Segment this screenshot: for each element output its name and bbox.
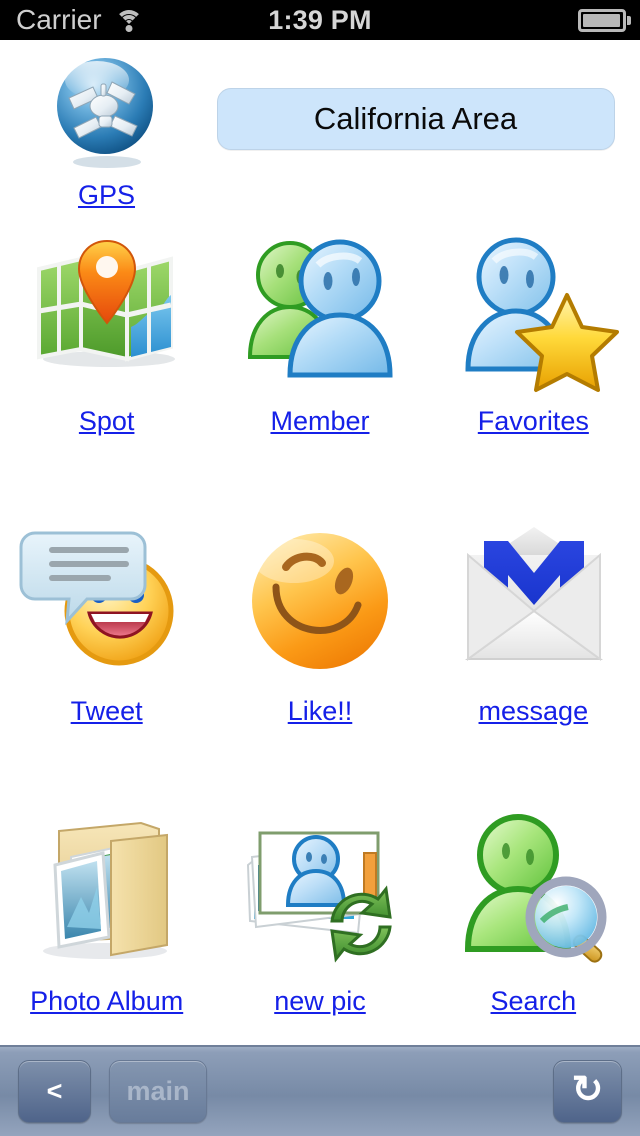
grid-item-label: new pic xyxy=(274,986,366,1016)
grid-item-like[interactable]: Like!! xyxy=(213,506,426,796)
bottom-toolbar: < main ↻ xyxy=(0,1045,640,1136)
photos-sync-icon xyxy=(230,806,410,976)
buddy-star-icon xyxy=(443,226,623,396)
carrier-label: Carrier xyxy=(16,4,102,35)
area-banner-text: California Area xyxy=(313,101,518,136)
grid-item-spot[interactable]: Spot xyxy=(0,216,213,506)
grid-item-message[interactable]: message xyxy=(427,506,640,796)
grid-item-label: Favorites xyxy=(477,406,589,436)
grid-item-photo-album[interactable]: Photo Album xyxy=(0,796,213,1086)
grid-item-member[interactable]: Member xyxy=(213,216,426,506)
grid-item-tweet[interactable]: Tweet xyxy=(0,506,213,796)
gps-button[interactable]: GPS xyxy=(0,40,213,211)
gmail-envelope-icon xyxy=(443,516,623,686)
grid-item-label: Member xyxy=(270,406,370,436)
winking-smiley-icon xyxy=(230,516,410,686)
app-content: GPS California Area Spot Member Favorite… xyxy=(0,40,640,1045)
buddy-magnifier-icon xyxy=(443,806,623,976)
grid-item-favorites[interactable]: Favorites xyxy=(427,216,640,506)
area-banner[interactable]: California Area xyxy=(216,88,615,150)
icon-grid: Spot Member Favorites Tweet Like!! messa… xyxy=(0,216,640,1086)
grid-item-label: message xyxy=(478,696,589,726)
status-bar-left: Carrier xyxy=(0,4,144,36)
gps-label: GPS xyxy=(77,180,136,210)
refresh-icon: ↻ xyxy=(571,1068,604,1111)
grid-item-label: Photo Album xyxy=(30,986,184,1016)
grid-item-label: Spot xyxy=(78,406,135,436)
header-row: GPS California Area xyxy=(0,40,640,216)
grid-item-new-pic[interactable]: new pic xyxy=(213,796,426,1086)
battery-icon xyxy=(578,8,631,32)
two-buddies-icon xyxy=(230,226,410,396)
laughing-smiley-speech-bubble-icon xyxy=(17,516,197,686)
map-pin-icon xyxy=(17,226,197,396)
refresh-button[interactable]: ↻ xyxy=(553,1060,622,1123)
grid-item-label: Tweet xyxy=(70,696,143,726)
back-button-label: < xyxy=(46,1076,63,1106)
photo-folder-icon xyxy=(17,806,197,976)
main-button-label: main xyxy=(126,1076,190,1106)
grid-item-search[interactable]: Search xyxy=(427,796,640,1086)
back-button[interactable]: < xyxy=(18,1060,91,1123)
grid-item-label: Like!! xyxy=(287,696,353,726)
status-bar: Carrier 1:39 PM xyxy=(0,0,640,40)
area-banner-wrap: California Area xyxy=(213,40,640,150)
main-button[interactable]: main xyxy=(109,1060,207,1123)
wifi-icon xyxy=(114,8,144,32)
gps-satellite-icon xyxy=(32,54,182,170)
grid-item-label: Search xyxy=(490,986,577,1016)
status-bar-right xyxy=(578,0,631,40)
